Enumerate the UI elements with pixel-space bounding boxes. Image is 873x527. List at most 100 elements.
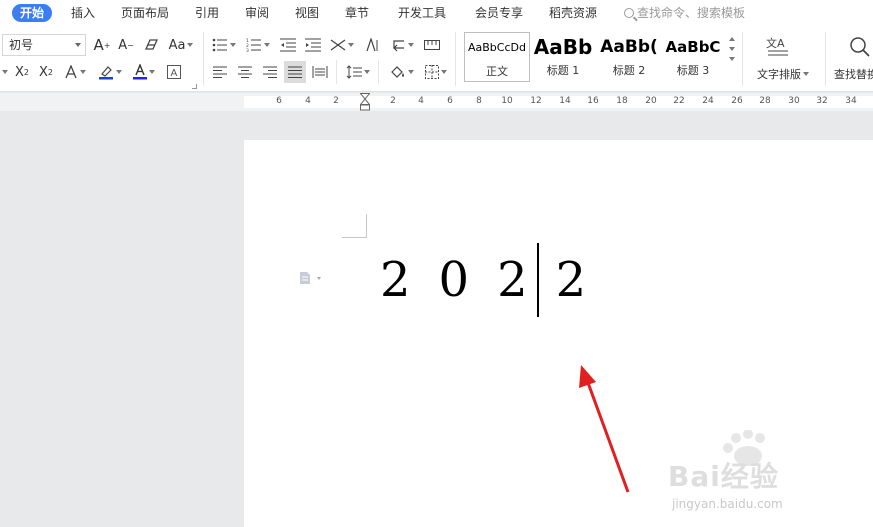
chinese-layout-icon[interactable] xyxy=(328,35,356,55)
ruler-tick-label: 24 xyxy=(702,96,714,106)
tab-review[interactable]: 审阅 xyxy=(245,4,269,22)
tab-page-layout[interactable]: 页面布局 xyxy=(121,4,169,22)
font-color-icon[interactable] xyxy=(130,62,158,82)
chevron-up-icon[interactable] xyxy=(729,37,735,41)
ruler-tick-label: 26 xyxy=(731,96,743,106)
borders-icon[interactable] xyxy=(422,62,450,82)
justify-icon[interactable] xyxy=(284,61,306,83)
ruler-tick-label: 22 xyxy=(673,96,685,106)
ruler-tick-label: 10 xyxy=(501,96,513,106)
margin-corner-mark xyxy=(342,214,367,238)
font-dialog-launcher[interactable] xyxy=(192,84,197,89)
style-label: 标题 3 xyxy=(676,64,710,77)
chevron-down-icon[interactable] xyxy=(729,47,735,51)
style-label: 标题 1 xyxy=(546,64,580,77)
style-sample: AaBb xyxy=(533,35,593,59)
text-layout-label: 文字排版 xyxy=(757,68,801,81)
ribbon-toolbar: 初号 A + A − Aa X2 X2 A 123 AaBbCcDd 正文 Aa… xyxy=(0,26,873,92)
font-size-value: 初号 xyxy=(9,38,34,52)
bullet-list-icon[interactable] xyxy=(210,35,238,55)
line-spacing-icon[interactable] xyxy=(344,62,372,82)
tab-view[interactable]: 视图 xyxy=(295,4,319,22)
distributed-align-icon[interactable] xyxy=(310,62,330,82)
change-case-icon[interactable]: Aa xyxy=(166,35,196,55)
paragraph-handle-icon[interactable] xyxy=(299,271,323,285)
svg-text:A: A xyxy=(777,37,785,50)
command-search-placeholder: 查找命令、搜索模板 xyxy=(637,6,746,20)
style-label: 标题 2 xyxy=(612,64,646,77)
show-hide-marks-icon[interactable] xyxy=(388,35,416,55)
align-left-icon[interactable] xyxy=(210,62,230,82)
command-search[interactable]: 查找命令、搜索模板 xyxy=(624,4,745,22)
watermark-url: jingyan.baidu.com xyxy=(672,497,783,511)
ruler-tick-label: 30 xyxy=(788,96,800,106)
ruler-tick-label: 14 xyxy=(559,96,571,106)
ruler-tick-label: 6 xyxy=(276,96,282,106)
chevron-down-icon[interactable] xyxy=(0,62,8,82)
watermark-logo: Bai经验 xyxy=(668,460,779,493)
menu-bar: 开始 插入 页面布局 引用 审阅 视图 章节 开发工具 会员专享 稻壳资源 查找… xyxy=(0,0,873,26)
tab-chapter[interactable]: 章节 xyxy=(345,4,369,22)
ruler-tick-label: 4 xyxy=(418,96,424,106)
numbered-list-icon[interactable]: 123 xyxy=(244,35,272,55)
separator xyxy=(378,60,379,84)
tab-docer-resources[interactable]: 稻壳资源 xyxy=(549,4,597,22)
text-layout-button[interactable]: 文字排版 xyxy=(752,64,814,84)
style-sample: AaBb( xyxy=(600,37,658,57)
increase-indent-icon[interactable] xyxy=(303,35,323,55)
ruler-tick-label: 32 xyxy=(816,96,828,106)
separator xyxy=(336,60,337,84)
shading-icon[interactable] xyxy=(388,62,416,82)
find-replace-button[interactable]: 查找替换 xyxy=(834,64,873,84)
highlight-icon[interactable] xyxy=(96,62,124,82)
decrease-indent-icon[interactable] xyxy=(278,35,298,55)
style-normal[interactable]: AaBbCcDd 正文 xyxy=(464,32,530,82)
font-size-select[interactable]: 初号 xyxy=(2,34,86,56)
indent-marker[interactable] xyxy=(360,93,370,111)
style-heading-2[interactable]: AaBb( 标题 2 xyxy=(596,32,662,82)
svg-text:文: 文 xyxy=(766,36,777,50)
ruler-tick-label: 18 xyxy=(616,96,628,106)
tab-insert[interactable]: 插入 xyxy=(71,4,95,22)
style-gallery-scroll[interactable] xyxy=(727,34,737,80)
subscript-icon[interactable]: X2 xyxy=(36,62,56,82)
style-heading-3[interactable]: AaBbC 标题 3 xyxy=(660,32,726,82)
style-sample: AaBbCcDd xyxy=(468,41,526,54)
find-replace-label: 查找替换 xyxy=(834,68,873,81)
char-border-icon[interactable]: A xyxy=(164,62,184,82)
svg-text:A: A xyxy=(171,68,178,79)
style-label: 正文 xyxy=(486,65,508,78)
ruler-tick-label: 28 xyxy=(759,96,771,106)
style-gallery: AaBbCcDd 正文 AaBb 标题 1 AaBb( 标题 2 AaBbC 标… xyxy=(462,32,740,84)
tab-references[interactable]: 引用 xyxy=(195,4,219,22)
find-icon[interactable] xyxy=(848,34,872,60)
style-heading-1[interactable]: AaBb 标题 1 xyxy=(530,32,596,82)
separator xyxy=(825,32,826,86)
shrink-font-icon[interactable]: A − xyxy=(116,35,136,55)
tab-developer[interactable]: 开发工具 xyxy=(398,4,446,22)
sort-icon[interactable] xyxy=(362,35,382,55)
more-styles-icon[interactable] xyxy=(729,57,735,61)
ruler-tick-label: 34 xyxy=(845,96,857,106)
text-effect-icon[interactable] xyxy=(62,62,88,82)
tab-member[interactable]: 会员专享 xyxy=(475,4,523,22)
style-sample: AaBbC xyxy=(665,38,721,56)
document-body-text[interactable]: 2022 xyxy=(380,248,614,312)
ruler-tick-label: 2 xyxy=(333,96,339,106)
tab-home[interactable]: 开始 xyxy=(12,4,53,22)
search-icon xyxy=(624,8,634,18)
svg-text:3: 3 xyxy=(246,48,249,52)
ruler-tick-label: 12 xyxy=(530,96,542,106)
chevron-down-icon xyxy=(75,43,81,47)
table-ruler-icon[interactable] xyxy=(422,35,442,55)
separator xyxy=(455,32,456,86)
align-center-icon[interactable] xyxy=(235,62,255,82)
text-layout-icon[interactable]: 文A xyxy=(758,34,798,60)
align-right-icon[interactable] xyxy=(260,62,280,82)
ruler-tick-label: 20 xyxy=(645,96,657,106)
grow-font-icon[interactable]: A + xyxy=(92,35,112,55)
text-cursor xyxy=(537,243,539,317)
separator xyxy=(203,32,204,86)
clear-format-icon[interactable] xyxy=(142,35,162,55)
superscript-icon[interactable]: X2 xyxy=(12,62,32,82)
